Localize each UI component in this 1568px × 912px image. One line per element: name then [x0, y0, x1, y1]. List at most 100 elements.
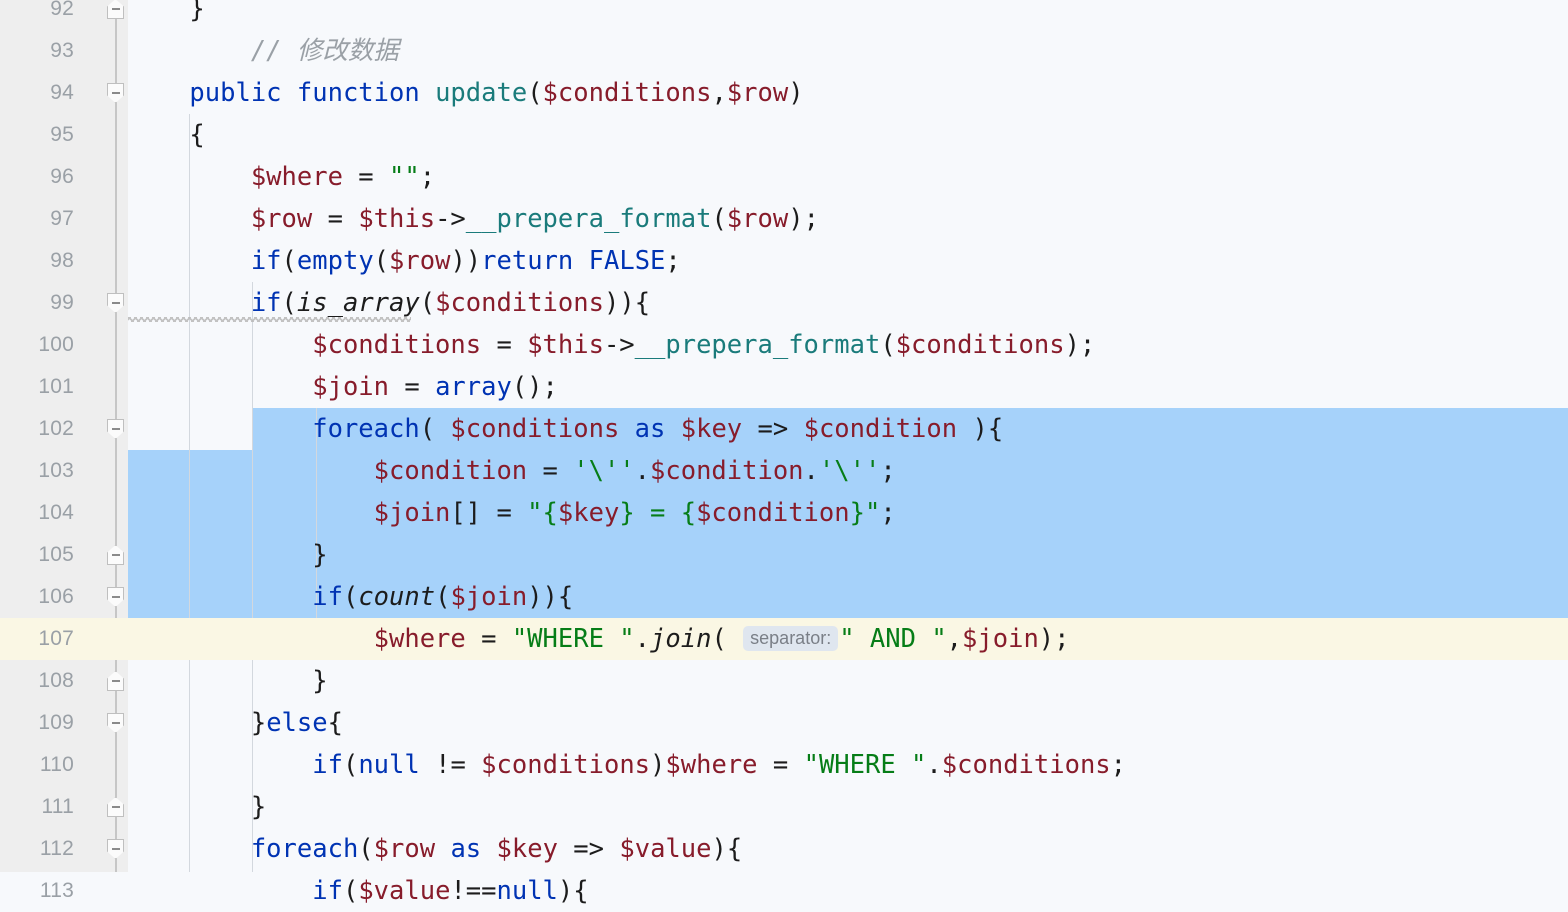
code-token: $key — [496, 834, 558, 864]
code-editor[interactable]: 92 93 94 95 96 97 98 99 100 101 102 103 104 105 106 107… — [0, 0, 1568, 906]
code-token: ) — [788, 78, 804, 108]
parameter-hint-badge[interactable]: separator: — [743, 626, 839, 651]
code-token: , — [946, 624, 963, 654]
code-line[interactable]: $conditions = $this->__prepera_format($c… — [128, 324, 1095, 366]
code-token: "" — [389, 162, 420, 192]
code-line[interactable]: } — [128, 660, 328, 702]
code-line[interactable]: if(count($join)){ — [128, 576, 573, 618]
code-token: $conditions — [542, 78, 712, 108]
line-number: 108 — [38, 669, 74, 692]
code-token: ( — [880, 330, 896, 360]
code-token: ( — [711, 624, 743, 654]
line-number: 99 — [50, 291, 74, 314]
line-number: 96 — [50, 165, 74, 188]
code-token: . — [803, 456, 819, 486]
code-token: $conditions — [941, 750, 1111, 780]
code-token: ( — [281, 288, 297, 318]
code-token: foreach — [250, 834, 359, 864]
line-number: 102 — [38, 417, 74, 440]
code-token: $row — [726, 78, 789, 108]
code-line[interactable]: $row = $this->__prepera_format($row); — [128, 198, 819, 240]
code-token: . — [634, 624, 651, 654]
code-token: ; — [419, 162, 436, 192]
line-number: 110 — [39, 753, 74, 776]
code-token: (); — [511, 372, 558, 402]
code-token: ; — [880, 498, 896, 528]
code-token: $value — [358, 876, 451, 906]
code-token: = — [465, 624, 512, 654]
code-token: $key — [680, 414, 743, 444]
code-token: $condition — [696, 498, 850, 528]
code-line[interactable]: if(null != $conditions)$where = "WHERE "… — [128, 744, 1126, 786]
code-token: } — [312, 666, 328, 696]
code-line[interactable]: if(empty($row))return FALSE; — [128, 240, 681, 282]
gutter-row[interactable]: 95 — [0, 114, 1568, 156]
line-number: 113 — [39, 879, 74, 902]
code-token: else — [266, 708, 328, 738]
code-line[interactable]: foreach($row as $key => $value){ — [128, 828, 742, 870]
code-token: } — [312, 540, 328, 570]
code-line[interactable]: public function update($conditions,$row) — [128, 72, 804, 114]
code-token: $condition — [803, 414, 958, 444]
code-token: $row — [389, 246, 451, 276]
code-token: )) — [450, 246, 482, 276]
code-token: foreach — [312, 414, 420, 444]
code-line[interactable]: $condition = '\''.$condition.'\''; — [128, 450, 896, 492]
code-token: $row — [373, 834, 436, 864]
code-token: ){ — [711, 834, 743, 864]
code-line[interactable]: $where = "WHERE ".join( separator: " AND … — [128, 618, 1070, 660]
code-token: if — [250, 246, 282, 276]
code-token: $value — [619, 834, 712, 864]
code-token: != — [419, 750, 482, 780]
line-number: 92 — [50, 0, 74, 20]
code-token: $join — [450, 582, 528, 612]
code-token: $where — [250, 162, 343, 192]
code-token: -> — [435, 204, 466, 234]
code-token: ); — [788, 204, 819, 234]
code-token: = — [481, 330, 528, 360]
code-line[interactable]: if(is_array($conditions)){ — [128, 282, 650, 324]
line-number: 112 — [39, 837, 74, 860]
code-line[interactable]: }else{ — [128, 702, 343, 744]
code-line[interactable]: $join[] = "{$key} = {$condition}"; — [128, 492, 896, 534]
code-token: update — [435, 78, 528, 108]
code-token: = — [342, 162, 390, 192]
code-line[interactable]: $join = array(); — [128, 366, 558, 408]
code-token: ( — [281, 246, 297, 276]
code-token: if — [312, 750, 343, 780]
code-line[interactable]: } — [128, 786, 266, 828]
code-token: is_array — [296, 288, 420, 318]
code-token: ( — [342, 750, 359, 780]
code-token: ( — [373, 246, 390, 276]
code-line[interactable]: } — [128, 534, 328, 576]
code-line[interactable]: foreach( $conditions as $key => $conditi… — [128, 408, 1003, 450]
code-token: $join — [312, 372, 389, 402]
code-token: $this — [358, 204, 436, 234]
code-token: ){ — [957, 414, 1004, 444]
code-token: empty — [296, 246, 374, 276]
code-line[interactable]: if($value!==null){ — [128, 870, 588, 912]
code-token: __prepera_format — [465, 204, 712, 234]
code-token: { — [189, 120, 205, 150]
code-line[interactable]: // 修改数据 — [128, 30, 399, 72]
gutter-row[interactable]: 92 — [0, 0, 1568, 30]
code-line[interactable]: } — [128, 0, 204, 30]
code-token: __prepera_format — [634, 330, 881, 360]
code-line[interactable]: $where = ""; — [128, 156, 435, 198]
code-line[interactable]: { — [128, 114, 205, 156]
line-number: 95 — [50, 123, 74, 146]
code-token: // 修改数据 — [250, 36, 399, 66]
